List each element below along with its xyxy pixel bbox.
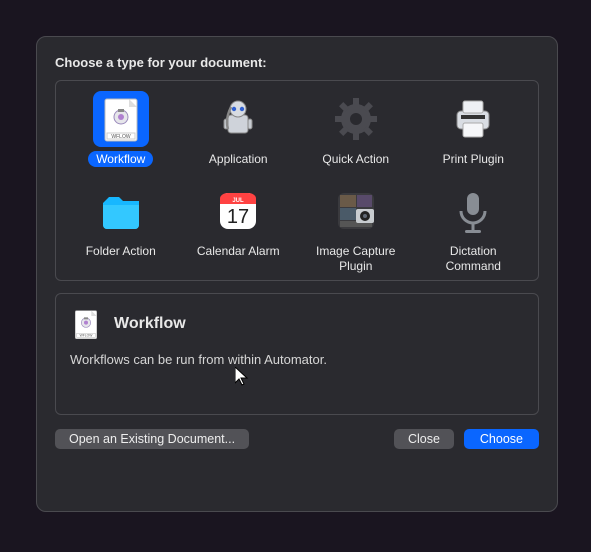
type-item-calendar-alarm[interactable]: JUL 17 Calendar Alarm xyxy=(180,181,298,276)
type-label: Quick Action xyxy=(314,151,397,167)
type-label: Calendar Alarm xyxy=(189,243,288,259)
printer-icon xyxy=(445,91,501,147)
type-label: Image Capture Plugin xyxy=(301,243,411,274)
type-label: Folder Action xyxy=(78,243,164,259)
svg-text:JUL: JUL xyxy=(233,198,245,204)
svg-text:17: 17 xyxy=(227,206,249,228)
workflow-icon xyxy=(93,91,149,147)
calendar-icon: JUL 17 xyxy=(210,183,266,239)
detail-description: Workflows can be run from within Automat… xyxy=(70,352,524,367)
folder-icon xyxy=(93,183,149,239)
type-label: Application xyxy=(201,151,276,167)
detail-panel: Workflow Workflows can be run from withi… xyxy=(55,293,539,415)
close-button[interactable]: Close xyxy=(394,429,454,449)
type-item-folder-action[interactable]: Folder Action xyxy=(62,181,180,276)
type-label: Print Plugin xyxy=(435,151,512,167)
camera-icon xyxy=(328,183,384,239)
type-item-image-capture-plugin[interactable]: Image Capture Plugin xyxy=(297,181,415,276)
choose-button[interactable]: Choose xyxy=(464,429,539,449)
type-item-quick-action[interactable]: Quick Action xyxy=(297,89,415,169)
document-type-dialog: Choose a type for your document: Workflo… xyxy=(36,36,558,512)
type-label: Workflow xyxy=(88,151,153,167)
detail-title: Workflow xyxy=(114,315,186,333)
type-item-print-plugin[interactable]: Print Plugin xyxy=(415,89,533,169)
open-existing-button[interactable]: Open an Existing Document... xyxy=(55,429,249,449)
type-label: Dictation Command xyxy=(418,243,528,274)
type-item-application[interactable]: Application xyxy=(180,89,298,169)
type-item-dictation-command[interactable]: Dictation Command xyxy=(415,181,533,276)
dialog-heading: Choose a type for your document: xyxy=(55,55,539,70)
type-item-workflow[interactable]: Workflow xyxy=(62,89,180,169)
button-row: Open an Existing Document... Close Choos… xyxy=(55,429,539,449)
workflow-icon xyxy=(70,308,102,340)
application-icon xyxy=(210,91,266,147)
gear-icon xyxy=(328,91,384,147)
microphone-icon xyxy=(445,183,501,239)
type-grid: Workflow Application Quick Action Print … xyxy=(55,80,539,281)
